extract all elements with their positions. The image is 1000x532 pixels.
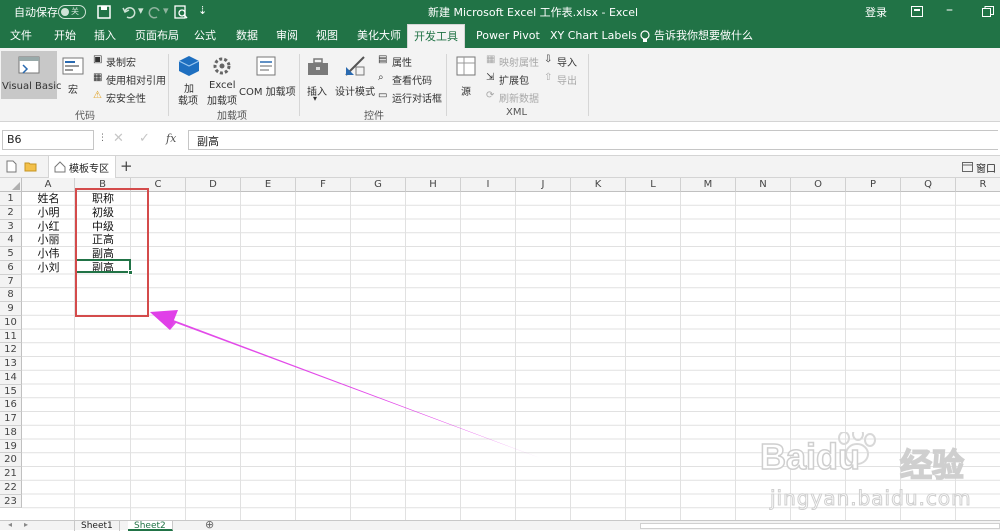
baidu-watermark: Baidu 经验 jingyan.baidu.com bbox=[759, 432, 1000, 522]
watermark-url: jingyan.baidu.com bbox=[770, 486, 972, 511]
watermark-brand: Baidu bbox=[759, 435, 861, 478]
watermark-brand-cn: 经验 bbox=[899, 445, 965, 485]
